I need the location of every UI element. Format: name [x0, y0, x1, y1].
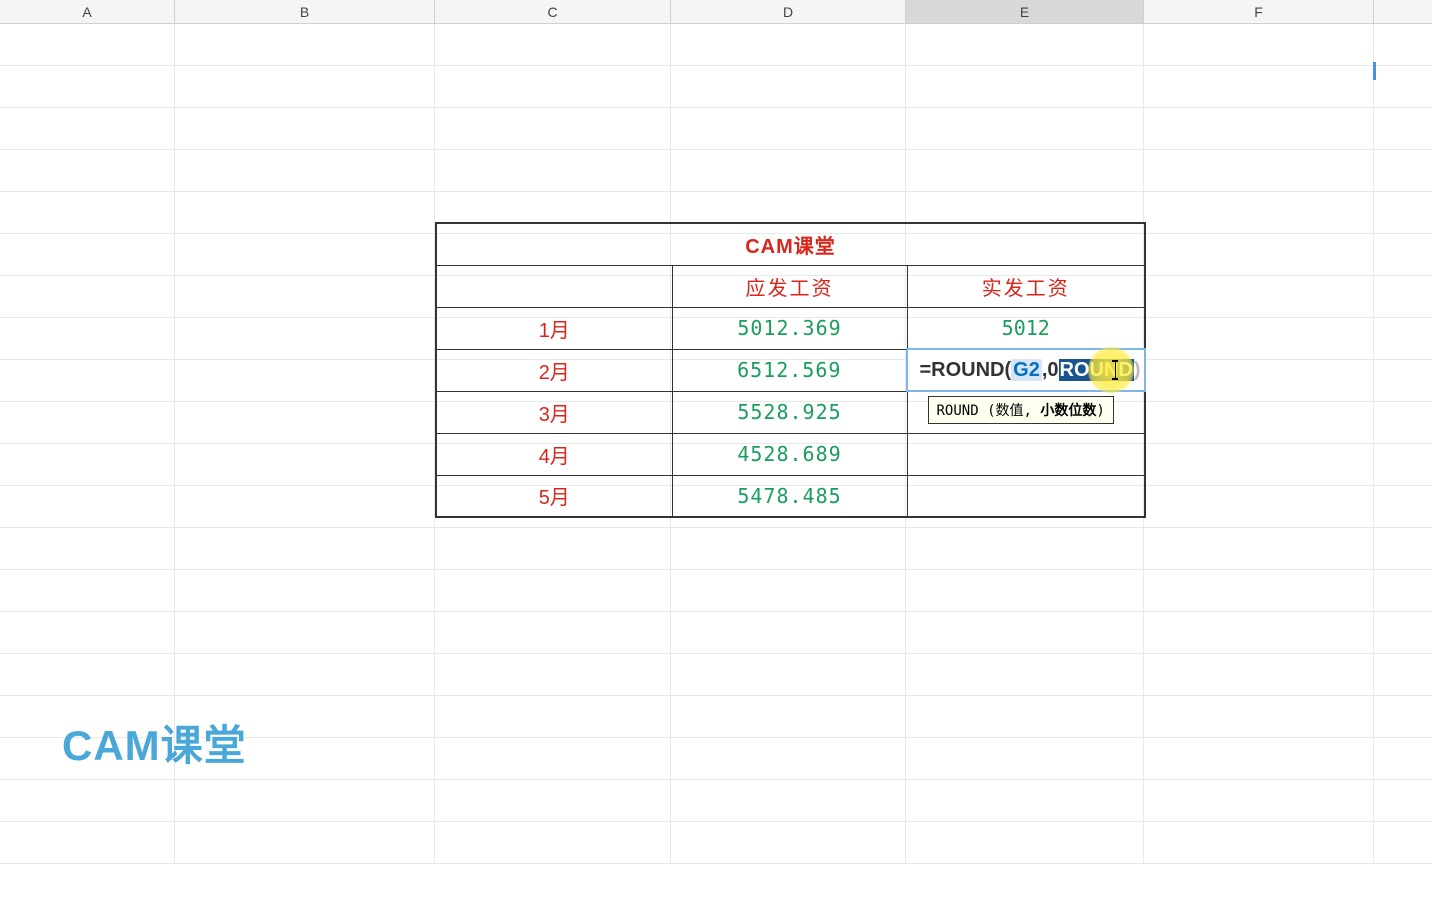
salary-actual-1[interactable]: 5012: [907, 307, 1145, 349]
formula-equals: =: [919, 359, 931, 381]
data-table-area: CAM课堂 应发工资 实发工资 1月 5012.369 5012 2月 6512…: [435, 222, 1146, 518]
month-3[interactable]: 3月: [436, 391, 672, 433]
month-2[interactable]: 2月: [436, 349, 672, 391]
salary-actual-3[interactable]: ROUND (数值, 小数位数): [907, 391, 1145, 433]
header-salary-actual[interactable]: 实发工资: [907, 265, 1145, 307]
month-1[interactable]: 1月: [436, 307, 672, 349]
right-edge-marker: [1373, 62, 1376, 80]
column-header-e[interactable]: E: [906, 0, 1144, 23]
watermark-text: CAM课堂: [62, 712, 247, 773]
active-formula-cell[interactable]: ==ROUNDROUND(G2,0ROUND): [907, 349, 1145, 391]
formula-selected-text: ROUND: [1059, 359, 1134, 381]
header-salary-due[interactable]: 应发工资: [672, 265, 907, 307]
salary-due-1[interactable]: 5012.369: [672, 307, 907, 349]
salary-due-5[interactable]: 5478.485: [672, 475, 907, 517]
column-header-f[interactable]: F: [1144, 0, 1374, 23]
tooltip-args: (数值,: [987, 403, 1032, 419]
column-header-c[interactable]: C: [435, 0, 671, 23]
formula-close-paren: ): [1134, 359, 1141, 381]
formula-arg-0: 0: [1047, 359, 1058, 381]
salary-actual-4[interactable]: [907, 433, 1145, 475]
tooltip-func: ROUND: [937, 403, 979, 419]
text-cursor-icon: [1114, 360, 1116, 380]
month-5[interactable]: 5月: [436, 475, 672, 517]
formula-cell-ref: G2: [1011, 359, 1042, 381]
header-month-empty[interactable]: [436, 265, 672, 307]
salary-due-2[interactable]: 6512.569: [672, 349, 907, 391]
tooltip-end: ): [1096, 403, 1104, 419]
column-headers-row: A B C D E F: [0, 0, 1432, 24]
salary-table: CAM课堂 应发工资 实发工资 1月 5012.369 5012 2月 6512…: [435, 222, 1146, 518]
month-4[interactable]: 4月: [436, 433, 672, 475]
salary-due-3[interactable]: 5528.925: [672, 391, 907, 433]
table-title: CAM课堂: [436, 223, 1145, 265]
salary-actual-5[interactable]: [907, 475, 1145, 517]
column-header-a[interactable]: A: [0, 0, 175, 23]
tooltip-active-arg: 小数位数: [1040, 403, 1096, 419]
column-header-b[interactable]: B: [175, 0, 435, 23]
formula-tooltip[interactable]: ROUND (数值, 小数位数): [928, 396, 1114, 424]
column-header-d[interactable]: D: [671, 0, 906, 23]
salary-due-4[interactable]: 4528.689: [672, 433, 907, 475]
